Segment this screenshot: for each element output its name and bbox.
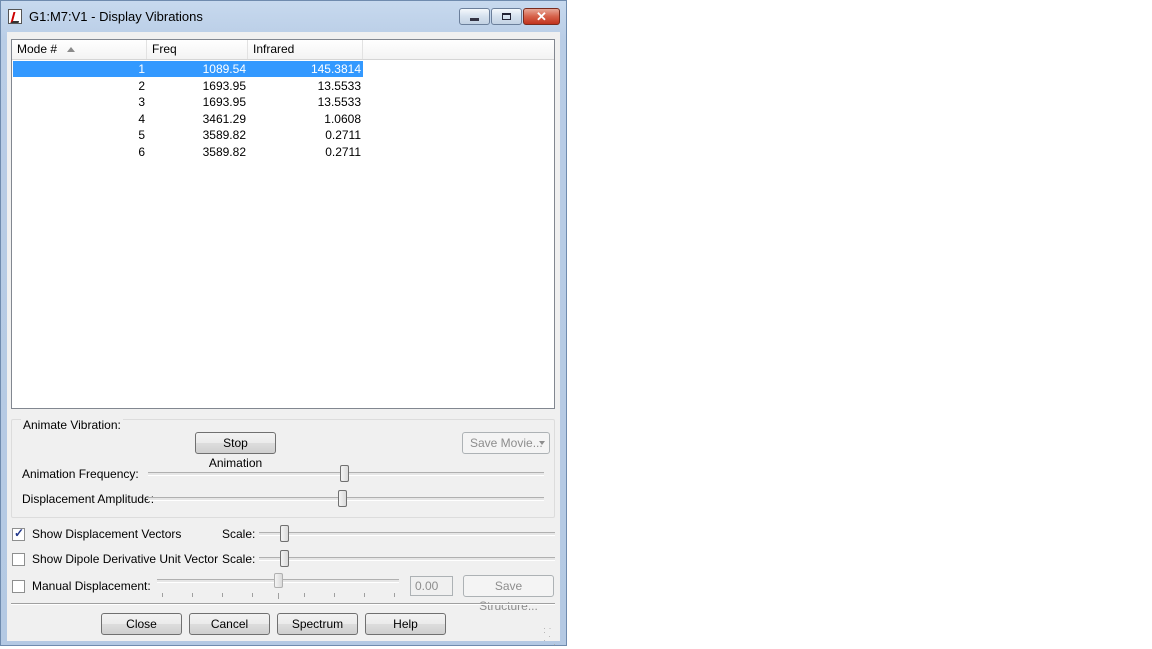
bottom-separator bbox=[11, 603, 555, 605]
infrared-cell: 145.3814 bbox=[310, 62, 361, 76]
slider-tick bbox=[222, 593, 223, 597]
save-movie-button[interactable]: Save Movie... bbox=[462, 432, 550, 454]
close-icon: ✕ bbox=[536, 9, 547, 24]
help-button[interactable]: Help bbox=[365, 613, 446, 635]
mode-cell: 6 bbox=[138, 144, 145, 159]
infrared-cell: 1.0608 bbox=[324, 111, 361, 126]
animate-vibration-label: Animate Vibration: bbox=[21, 418, 123, 432]
freq-cell: 3461.29 bbox=[202, 111, 246, 126]
maximize-icon bbox=[502, 13, 511, 20]
manual-displacement-slider[interactable] bbox=[274, 573, 283, 588]
spectrum-button[interactable]: Spectrum bbox=[277, 613, 358, 635]
mode-cell: 3 bbox=[138, 95, 145, 109]
freq-cell: 1693.95 bbox=[202, 78, 246, 93]
mode-cell: 4 bbox=[138, 111, 145, 126]
table-row[interactable]: 4 3461.29 1.0608 bbox=[13, 111, 363, 127]
infrared-cell: 13.5533 bbox=[317, 95, 361, 109]
stop-animation-button[interactable]: Stop Animation bbox=[195, 432, 276, 470]
app-icon bbox=[8, 9, 22, 24]
slider-tick bbox=[394, 593, 395, 597]
slider-tick bbox=[252, 593, 253, 597]
mode-cell: 2 bbox=[138, 78, 145, 93]
sort-ascending-icon bbox=[67, 47, 75, 52]
save-structure-button[interactable]: Save Structure... bbox=[463, 575, 554, 613]
slider-tick bbox=[364, 593, 365, 597]
manual-displacement-label: Manual Displacement: bbox=[32, 579, 151, 593]
display-vibrations-window: G1:M7:V1 - Display Vibrations ✕ Mode # F… bbox=[0, 0, 567, 649]
dropdown-arrow-icon bbox=[539, 441, 545, 445]
show-vectors-label: Show Displacement Vectors bbox=[32, 527, 182, 541]
column-mode-label: Mode # bbox=[17, 42, 58, 56]
dialog-client-area: Mode # Freq Infrared 1 1089.54 145.3814 2 16… bbox=[7, 32, 560, 649]
vibration-modes-list[interactable]: Mode # Freq Infrared 1 1089.54 145.3814 2 16… bbox=[11, 39, 555, 409]
displacement-amplitude-slider[interactable] bbox=[338, 490, 347, 507]
vectors-scale-slider[interactable] bbox=[280, 525, 289, 542]
slider-tick bbox=[192, 593, 193, 597]
freq-cell: 3589.82 bbox=[202, 144, 246, 159]
window-title: G1:M7:V1 - Display Vibrations bbox=[29, 9, 203, 24]
title-bar[interactable]: G1:M7:V1 - Display Vibrations ✕ bbox=[1, 1, 566, 32]
animate-vibration-group: Animate Vibration: Stop Animation Save M… bbox=[11, 418, 555, 518]
freq-cell: 1693.95 bbox=[202, 95, 246, 109]
table-row[interactable]: 3 1693.95 13.5533 bbox=[13, 94, 363, 110]
mode-cell: 5 bbox=[138, 128, 145, 142]
vectors-scale-track[interactable] bbox=[259, 532, 555, 536]
close-window-button[interactable]: ✕ bbox=[523, 8, 560, 25]
manual-displacement-checkbox[interactable] bbox=[12, 580, 25, 593]
column-header-freq[interactable]: Freq bbox=[147, 40, 248, 59]
column-freq-label: Freq bbox=[152, 42, 177, 56]
table-row[interactable]: 6 3589.82 0.2711 bbox=[13, 144, 363, 160]
show-dipole-label: Show Dipole Derivative Unit Vector bbox=[32, 552, 219, 566]
freq-cell: 1089.54 bbox=[202, 62, 246, 76]
slider-tick bbox=[334, 593, 335, 597]
show-dipole-checkbox[interactable] bbox=[12, 553, 25, 566]
slider-tick bbox=[278, 593, 279, 599]
column-infrared-label: Infrared bbox=[253, 42, 295, 56]
slider-tick bbox=[304, 593, 305, 597]
table-row[interactable]: 1 1089.54 145.3814 bbox=[13, 61, 363, 77]
column-header-infrared[interactable]: Infrared bbox=[248, 40, 363, 59]
freq-cell: 3589.82 bbox=[202, 128, 246, 142]
show-vectors-checkbox[interactable]: ✓ bbox=[12, 526, 25, 541]
displacement-amplitude-label: Displacement Amplitude: bbox=[22, 492, 155, 506]
infrared-cell: 13.5533 bbox=[317, 78, 361, 93]
mode-cell: 1 bbox=[138, 62, 145, 76]
table-row[interactable]: 2 1693.95 13.5533 bbox=[13, 78, 363, 94]
cancel-button[interactable]: Cancel bbox=[189, 613, 270, 635]
slider-tick bbox=[162, 593, 163, 597]
manual-displacement-value[interactable]: 0.00 bbox=[410, 576, 453, 596]
table-row[interactable]: 5 3589.82 0.2711 bbox=[13, 127, 363, 143]
animation-frequency-label: Animation Frequency: bbox=[22, 467, 139, 481]
list-header: Mode # Freq Infrared bbox=[12, 40, 554, 60]
maximize-button[interactable] bbox=[491, 8, 522, 25]
close-button[interactable]: Close bbox=[101, 613, 182, 635]
dipole-scale-track[interactable] bbox=[259, 557, 555, 561]
animation-frequency-slider[interactable] bbox=[340, 465, 349, 482]
minimize-button[interactable] bbox=[459, 8, 490, 25]
column-header-mode[interactable]: Mode # bbox=[12, 40, 147, 59]
dipole-scale-slider[interactable] bbox=[280, 550, 289, 567]
resize-grip-icon[interactable]: · · · · · · bbox=[543, 624, 556, 649]
checkmark-icon: ✓ bbox=[14, 526, 25, 540]
save-movie-label: Save Movie... bbox=[470, 436, 543, 450]
vectors-scale-label: Scale: bbox=[222, 527, 256, 541]
infrared-cell: 0.2711 bbox=[325, 144, 361, 159]
infrared-cell: 0.2711 bbox=[325, 128, 361, 142]
minimize-icon bbox=[470, 18, 479, 21]
dipole-scale-label: Scale: bbox=[222, 552, 256, 566]
